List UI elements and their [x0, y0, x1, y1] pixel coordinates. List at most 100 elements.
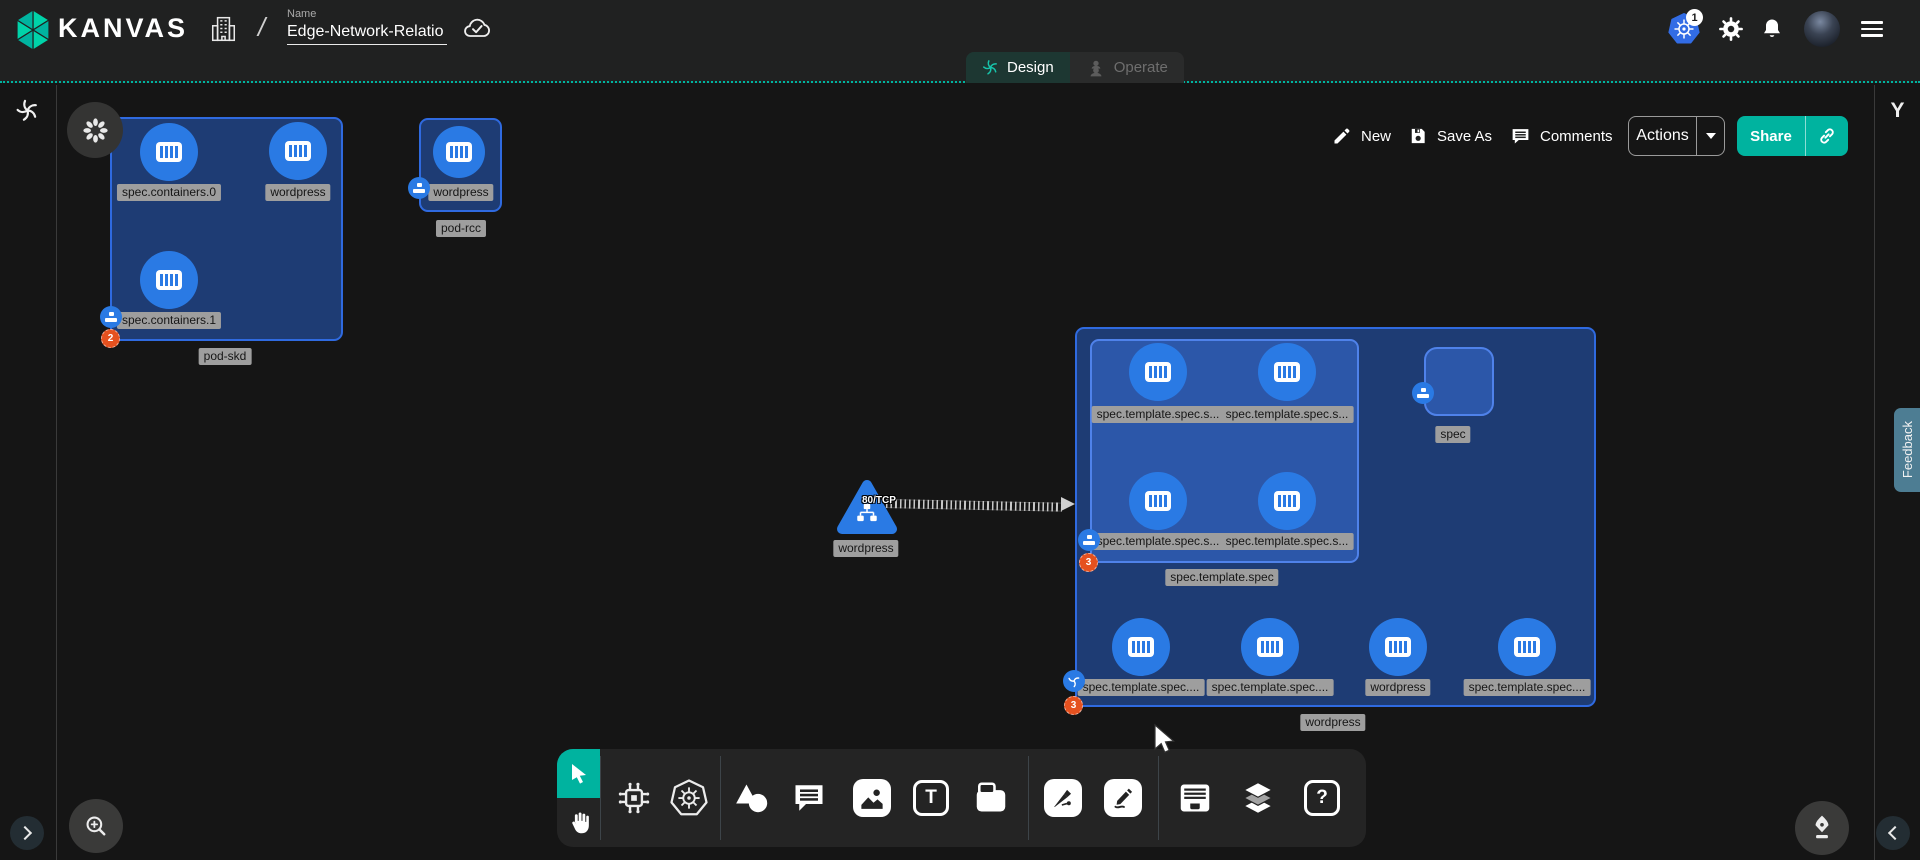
edge-arrowhead [1061, 497, 1075, 511]
k8s-context-icon[interactable]: 1 [1664, 0, 1704, 58]
text-tool-button[interactable]: T [908, 765, 954, 831]
node-label: wordpress [833, 540, 898, 557]
tab-operate[interactable]: Operate [1070, 52, 1184, 83]
tab-design[interactable]: Design [966, 52, 1070, 83]
toolbar-divider [1028, 756, 1029, 840]
node-container[interactable] [1498, 618, 1556, 676]
node-label: spec.template.spec.s... [1221, 533, 1354, 550]
cursor-icon [567, 762, 591, 786]
organization-icon[interactable] [210, 15, 237, 46]
pod-badge-icon[interactable] [1412, 382, 1434, 404]
cloud-save-status-icon [462, 16, 492, 45]
group-label: spec.template.spec [1165, 569, 1278, 586]
bottom-toolbar: T [557, 749, 1366, 847]
tab-design-label: Design [1007, 59, 1054, 76]
help-tool-button[interactable]: ? [1299, 765, 1345, 831]
node-label: spec.template.spec.... [1464, 679, 1591, 696]
feedback-tab[interactable]: Feedback [1894, 408, 1920, 492]
comment-icon [1510, 126, 1531, 147]
chevron-down-icon[interactable] [1697, 117, 1724, 155]
share-label: Share [1737, 116, 1806, 156]
kanvas-logo-icon [14, 10, 52, 50]
image-tool-button[interactable] [849, 765, 895, 831]
pod-badge-icon[interactable] [1078, 529, 1100, 551]
zoom-in-button[interactable] [69, 799, 123, 853]
node-label: spec.template.spec.s... [1092, 533, 1225, 550]
component-icon [615, 779, 653, 817]
pen-nib-button[interactable] [1795, 801, 1849, 855]
count-badge[interactable]: 3 [1079, 553, 1098, 572]
node-service-wordpress[interactable] [835, 478, 899, 536]
node-label: spec.template.spec.s... [1092, 406, 1225, 423]
comment-icon [791, 780, 827, 816]
comments-button[interactable]: Comments [1510, 116, 1613, 156]
pan-tool-button[interactable] [557, 798, 600, 847]
breadcrumb-separator: / [258, 12, 265, 43]
node-container[interactable] [1129, 472, 1187, 530]
node-container[interactable] [1112, 618, 1170, 676]
deployment-badge-icon[interactable] [1063, 670, 1085, 692]
app-logo: KANVAS [58, 13, 188, 44]
menu-icon[interactable] [1853, 0, 1891, 58]
expand-left-panel-button[interactable] [10, 816, 44, 850]
pen-icon [1049, 784, 1077, 812]
node-label: wordpress [265, 184, 330, 201]
link-icon[interactable] [1806, 116, 1848, 156]
node-container[interactable] [140, 251, 198, 309]
node-shape-tool-button[interactable] [968, 765, 1014, 831]
chevron-right-icon [18, 826, 32, 840]
text-tool-glyph: T [925, 787, 937, 809]
sketch-pencil-icon [1109, 784, 1137, 812]
pod-badge-icon[interactable] [100, 306, 122, 328]
select-tool-button[interactable] [557, 749, 600, 798]
help-tool-glyph: ? [1316, 787, 1328, 809]
save-as-label: Save As [1437, 128, 1492, 145]
comment-tool-button[interactable] [786, 765, 832, 831]
edge-port-label: 80/TCP [862, 495, 896, 506]
container-icon [1274, 491, 1300, 511]
node-spec[interactable] [1424, 347, 1494, 416]
node-label: spec.template.spec.... [1207, 679, 1334, 696]
shapes-tool-button[interactable] [729, 765, 775, 831]
save-as-button[interactable]: Save As [1408, 116, 1492, 156]
node-container[interactable] [1258, 343, 1316, 401]
design-name-input[interactable] [287, 22, 447, 45]
node-label: wordpress [428, 184, 493, 201]
layers-tool-button[interactable] [1235, 765, 1281, 831]
toolbar-divider [720, 756, 721, 840]
node-container[interactable] [1129, 343, 1187, 401]
kubernetes-tool-button[interactable] [666, 765, 712, 831]
image-icon [857, 783, 887, 813]
container-icon [1514, 637, 1540, 657]
notifications-icon[interactable] [1753, 0, 1791, 58]
design-swirl-icon [982, 59, 999, 76]
pod-badge-icon[interactable] [408, 177, 430, 199]
container-icon [1385, 637, 1411, 657]
sketch-tool-button[interactable] [1100, 765, 1146, 831]
avatar[interactable] [1804, 11, 1840, 47]
actions-dropdown[interactable]: Actions [1628, 116, 1725, 156]
floppy-icon [1408, 126, 1428, 146]
node-container[interactable] [1241, 618, 1299, 676]
node-label: spec.containers.1 [117, 312, 221, 329]
comments-label: Comments [1540, 128, 1613, 145]
node-container[interactable] [1258, 472, 1316, 530]
settings-icon[interactable] [1712, 0, 1750, 58]
app-header: KANVAS / Name [0, 0, 1920, 83]
container-icon [1257, 637, 1283, 657]
edge-service-to-deployment[interactable] [886, 499, 1062, 512]
drawer-tool-button[interactable] [1172, 765, 1218, 831]
expand-right-panel-button[interactable] [1876, 816, 1910, 850]
pen-tool-button[interactable] [1040, 765, 1086, 831]
kanvas-app: KANVAS / Name [0, 0, 1920, 860]
drawer-icon [1176, 779, 1214, 817]
hand-icon [566, 810, 592, 836]
count-badge[interactable]: 3 [1064, 696, 1083, 715]
new-button[interactable]: New [1332, 116, 1391, 156]
share-button[interactable]: Share [1737, 116, 1848, 156]
count-badge[interactable]: 2 [101, 329, 120, 348]
component-tool-button[interactable] [611, 765, 657, 831]
node-container[interactable] [1369, 618, 1427, 676]
design-name-field: Name [287, 8, 449, 45]
pencil-icon [1332, 126, 1352, 146]
